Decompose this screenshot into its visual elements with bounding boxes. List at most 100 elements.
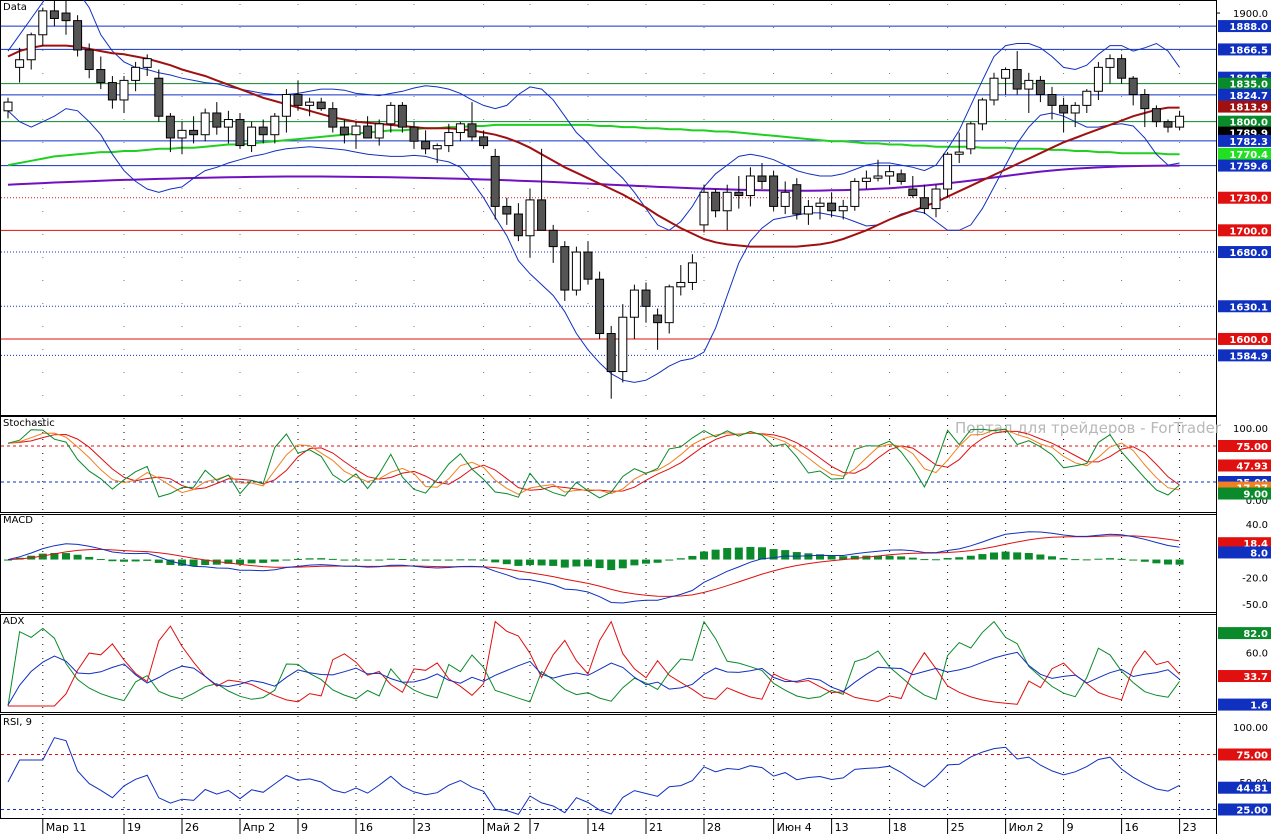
candle-body-64 bbox=[745, 175, 755, 197]
price-tag-10: 1770.4 bbox=[1229, 150, 1268, 161]
candle-body-5 bbox=[61, 12, 71, 22]
price-tag-14: 1680.0 bbox=[1229, 248, 1268, 259]
macd-hist-bar-76 bbox=[885, 555, 894, 560]
macd-hist-bar-93 bbox=[1082, 559, 1091, 561]
macd-hist-bar-101 bbox=[1175, 559, 1184, 565]
date-label-8: 7 bbox=[533, 821, 540, 834]
candle-body-57 bbox=[664, 286, 674, 324]
candle-body-27 bbox=[316, 101, 326, 110]
macd-hist-bar-21 bbox=[247, 559, 256, 564]
candle-body-14 bbox=[165, 115, 175, 139]
macd-hist-bar-52 bbox=[607, 559, 616, 571]
pane-label-main: Data bbox=[3, 2, 27, 13]
candle-body-4 bbox=[49, 10, 59, 19]
candle-body-90 bbox=[1047, 94, 1057, 106]
macd-hist-bar-69 bbox=[804, 553, 813, 560]
date-label-5: 16 bbox=[359, 821, 373, 834]
macd-hist-bar-48 bbox=[560, 559, 569, 568]
macd-hist-bar-84 bbox=[978, 554, 987, 560]
candle-body-83 bbox=[966, 123, 976, 150]
macd-hist-bar-34 bbox=[398, 558, 407, 560]
macd-hist-bar-51 bbox=[595, 559, 604, 569]
candle-body-10 bbox=[119, 79, 129, 101]
macd-tick-1: -20.0 bbox=[1242, 573, 1268, 584]
candle-body-92 bbox=[1070, 104, 1080, 114]
candle-body-6 bbox=[73, 20, 83, 51]
candle-body-17 bbox=[200, 112, 210, 136]
price-tag-15: 1630.1 bbox=[1229, 302, 1268, 313]
macd-hist-bar-98 bbox=[1140, 559, 1149, 562]
pane-label-macd: MACD bbox=[3, 515, 33, 526]
macd-hist-bar-39 bbox=[456, 559, 465, 561]
macd-hist-bar-49 bbox=[572, 559, 581, 567]
price-tag-6: 1813.9 bbox=[1229, 103, 1268, 114]
candle-body-13 bbox=[154, 77, 164, 117]
candle-body-81 bbox=[943, 153, 953, 190]
candle-body-12 bbox=[142, 58, 152, 68]
candle-body-7 bbox=[84, 49, 94, 71]
candle-body-49 bbox=[571, 251, 581, 291]
date-label-15: 25 bbox=[951, 821, 965, 834]
macd-tag-1: 8.0 bbox=[1250, 548, 1268, 559]
candle-body-28 bbox=[328, 108, 338, 128]
candle-body-0 bbox=[3, 101, 13, 112]
date-label-4: 9 bbox=[301, 821, 308, 834]
macd-hist-bar-86 bbox=[1001, 551, 1010, 560]
candle-body-95 bbox=[1105, 58, 1115, 68]
macd-hist-bar-54 bbox=[630, 559, 639, 566]
macd-hist-bar-92 bbox=[1071, 559, 1080, 561]
macd-hist-bar-57 bbox=[665, 559, 674, 561]
macd-hist-bar-7 bbox=[85, 556, 94, 560]
candle-body-22 bbox=[258, 126, 268, 136]
date-label-1: 19 bbox=[127, 821, 141, 834]
macd-hist-bar-83 bbox=[966, 555, 975, 560]
macd-hist-bar-87 bbox=[1013, 552, 1022, 560]
price-tag-5: 1824.7 bbox=[1229, 91, 1268, 102]
candle-body-44 bbox=[513, 213, 523, 237]
candle-body-51 bbox=[595, 278, 605, 335]
macd-hist-bar-27 bbox=[317, 558, 326, 560]
candle-body-31 bbox=[363, 125, 373, 139]
stoch-tick-0: 100.00 bbox=[1233, 424, 1268, 435]
candle-body-52 bbox=[606, 333, 616, 373]
macd-hist-bar-5 bbox=[62, 553, 70, 560]
pane-label-adx: ADX bbox=[3, 616, 25, 627]
candle-body-35 bbox=[409, 126, 419, 142]
candle-body-73 bbox=[850, 180, 860, 207]
macd-hist-bar-77 bbox=[897, 556, 906, 560]
price-tag-1: 1888.0 bbox=[1229, 22, 1268, 33]
candle-body-89 bbox=[1035, 79, 1045, 96]
macd-hist-bar-64 bbox=[746, 546, 755, 560]
candle-body-86 bbox=[1001, 69, 1011, 79]
candle-body-80 bbox=[931, 188, 941, 210]
macd-hist-bar-29 bbox=[340, 559, 349, 561]
candle-body-69 bbox=[803, 205, 813, 215]
candle-body-74 bbox=[861, 177, 871, 182]
candle-body-84 bbox=[977, 99, 987, 125]
candle-body-36 bbox=[421, 140, 431, 150]
macd-hist-bar-46 bbox=[537, 559, 546, 566]
macd-hist-bar-22 bbox=[259, 559, 268, 563]
candle-body-99 bbox=[1151, 108, 1161, 123]
candle-body-25 bbox=[293, 94, 303, 106]
macd-hist-bar-37 bbox=[433, 559, 442, 561]
stoch-tag-0: 75.00 bbox=[1236, 442, 1268, 453]
macd-hist-bar-88 bbox=[1024, 553, 1033, 560]
candle-body-19 bbox=[223, 119, 233, 128]
candle-body-62 bbox=[722, 191, 732, 212]
candle-body-61 bbox=[711, 191, 721, 212]
candle-body-55 bbox=[641, 289, 651, 307]
candle-body-53 bbox=[618, 316, 628, 373]
candle-body-82 bbox=[954, 151, 964, 155]
candle-body-75 bbox=[873, 175, 883, 179]
candle-body-68 bbox=[792, 184, 802, 215]
date-label-13: 13 bbox=[835, 821, 849, 834]
date-label-18: 16 bbox=[1125, 821, 1139, 834]
candle-body-24 bbox=[281, 94, 291, 117]
macd-hist-bar-78 bbox=[908, 557, 917, 560]
macd-hist-bar-41 bbox=[479, 559, 488, 561]
rsi-tag-0: 75.00 bbox=[1236, 751, 1268, 762]
adx-tick-1: 60.0 bbox=[1246, 649, 1268, 660]
candle-body-15 bbox=[177, 129, 187, 139]
candle-body-42 bbox=[490, 155, 500, 207]
